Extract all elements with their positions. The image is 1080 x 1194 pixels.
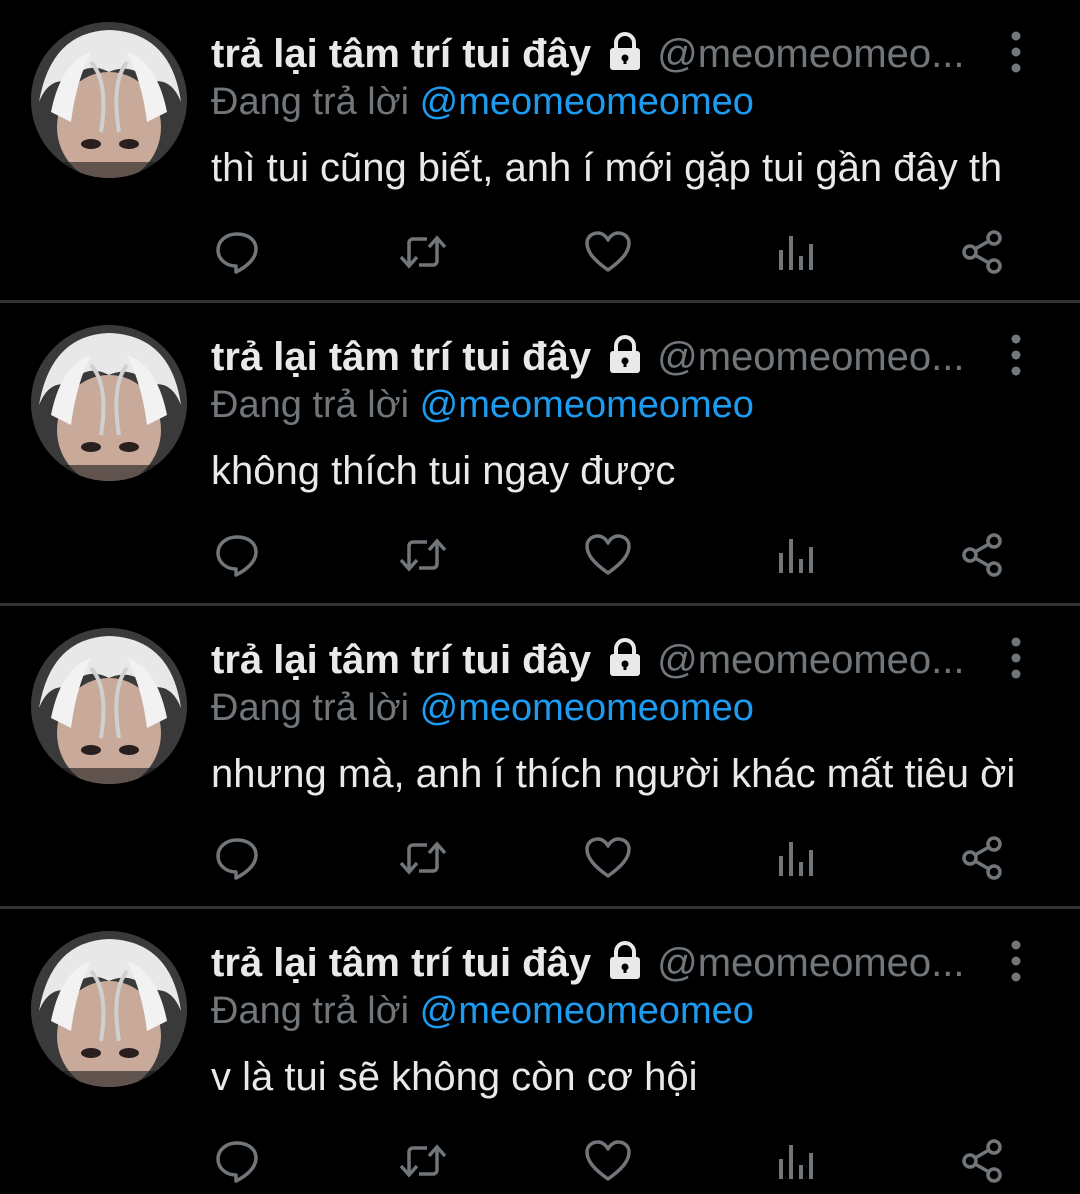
reply-to-handle-link[interactable]: @meomeomeomeo xyxy=(420,687,754,729)
avatar[interactable] xyxy=(31,325,187,481)
display-name[interactable]: trả lại tâm trí tui đây xyxy=(211,941,591,985)
heart-icon[interactable] xyxy=(580,527,636,583)
user-handle[interactable]: @meomeomeo... xyxy=(657,941,964,985)
more-vertical-icon[interactable] xyxy=(1002,636,1030,680)
views-bar-chart-icon[interactable] xyxy=(768,830,824,886)
share-icon[interactable] xyxy=(954,527,1010,583)
replying-to-line: Đang trả lời @meomeomeomeo xyxy=(211,78,754,126)
tweet-item[interactable]: trả lại tâm trí tui đây @meomeomeo... Đan… xyxy=(0,303,1080,606)
tweet-text: v là tui sẽ không còn cơ hội xyxy=(211,1055,698,1099)
replying-to-label: Đang trả lời xyxy=(211,990,410,1032)
replying-to-label: Đang trả lời xyxy=(211,384,410,426)
display-name[interactable]: trả lại tâm trí tui đây xyxy=(211,335,591,379)
retweet-icon[interactable] xyxy=(395,224,451,280)
reply-icon[interactable] xyxy=(209,224,265,280)
replying-to-label: Đang trả lời xyxy=(211,687,410,729)
tweet-text: thì tui cũng biết, anh í mới gặp tui gần… xyxy=(211,146,1003,190)
action-bar xyxy=(0,527,1080,583)
action-bar xyxy=(0,1133,1080,1189)
user-handle[interactable]: @meomeomeo... xyxy=(657,638,964,682)
user-handle[interactable]: @meomeomeo... xyxy=(657,335,964,379)
tweet-item[interactable]: trả lại tâm trí tui đây @meomeomeo... Đan… xyxy=(0,0,1080,303)
user-handle[interactable]: @meomeomeo... xyxy=(657,32,964,76)
retweet-icon[interactable] xyxy=(395,1133,451,1189)
retweet-icon[interactable] xyxy=(395,830,451,886)
avatar[interactable] xyxy=(31,628,187,784)
reply-icon[interactable] xyxy=(209,527,265,583)
reply-to-handle-link[interactable]: @meomeomeomeo xyxy=(420,990,754,1032)
reply-to-handle-link[interactable]: @meomeomeomeo xyxy=(420,81,754,123)
reply-icon[interactable] xyxy=(209,1133,265,1189)
share-icon[interactable] xyxy=(954,224,1010,280)
tweet-item[interactable]: trả lại tâm trí tui đây @meomeomeo... Đan… xyxy=(0,909,1080,1194)
more-vertical-icon[interactable] xyxy=(1002,939,1030,983)
tweet-item[interactable]: trả lại tâm trí tui đây @meomeomeo... Đan… xyxy=(0,606,1080,909)
replying-to-line: Đang trả lời @meomeomeomeo xyxy=(211,987,754,1035)
replying-to-line: Đang trả lời @meomeomeomeo xyxy=(211,381,754,429)
avatar[interactable] xyxy=(31,22,187,178)
replying-to-line: Đang trả lời @meomeomeomeo xyxy=(211,684,754,732)
reply-to-handle-link[interactable]: @meomeomeomeo xyxy=(420,384,754,426)
share-icon[interactable] xyxy=(954,1133,1010,1189)
views-bar-chart-icon[interactable] xyxy=(768,224,824,280)
share-icon[interactable] xyxy=(954,830,1010,886)
heart-icon[interactable] xyxy=(580,830,636,886)
retweet-icon[interactable] xyxy=(395,527,451,583)
more-vertical-icon[interactable] xyxy=(1002,30,1030,74)
views-bar-chart-icon[interactable] xyxy=(768,527,824,583)
tweet-text: không thích tui ngay được xyxy=(211,449,676,493)
tweet-text: nhưng mà, anh í thích người khác mất tiê… xyxy=(211,752,1016,796)
reply-icon[interactable] xyxy=(209,830,265,886)
heart-icon[interactable] xyxy=(580,224,636,280)
display-name[interactable]: trả lại tâm trí tui đây xyxy=(211,638,591,682)
avatar[interactable] xyxy=(31,931,187,1087)
display-name[interactable]: trả lại tâm trí tui đây xyxy=(211,32,591,76)
more-vertical-icon[interactable] xyxy=(1002,333,1030,377)
action-bar xyxy=(0,830,1080,886)
replying-to-label: Đang trả lời xyxy=(211,81,410,123)
heart-icon[interactable] xyxy=(580,1133,636,1189)
action-bar xyxy=(0,224,1080,280)
views-bar-chart-icon[interactable] xyxy=(768,1133,824,1189)
